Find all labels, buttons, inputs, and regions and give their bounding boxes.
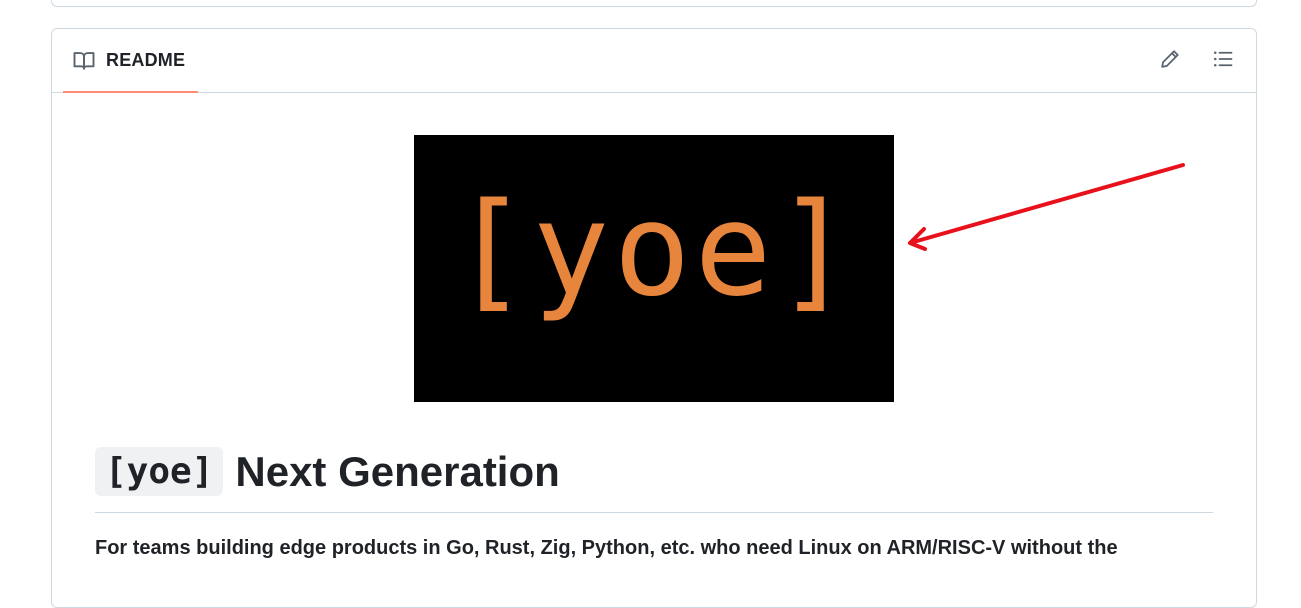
heading-text: Next Generation: [235, 447, 560, 495]
tab-readme[interactable]: README: [63, 29, 198, 93]
logo-text: [yoe]: [451, 176, 857, 325]
readme-panel: README [yoe] [yoe] Next Generation For t…: [51, 28, 1257, 608]
heading-divider: [95, 512, 1213, 513]
book-icon: [73, 50, 96, 70]
annotation-arrow-icon: [908, 163, 1185, 251]
heading-code: [yoe]: [95, 447, 224, 496]
intro-paragraph: For teams building edge products in Go, …: [95, 537, 1118, 559]
readme-header: README: [52, 29, 1256, 93]
yoe-logo-image: [yoe]: [414, 135, 894, 402]
outline-button[interactable]: [1209, 47, 1237, 75]
tab-readme-label: README: [106, 49, 186, 70]
pencil-icon: [1160, 49, 1180, 74]
edit-readme-button[interactable]: [1156, 47, 1184, 75]
list-icon: [1213, 49, 1233, 74]
previous-panel: [51, 0, 1257, 7]
readme-heading: [yoe] Next Generation: [95, 447, 560, 496]
